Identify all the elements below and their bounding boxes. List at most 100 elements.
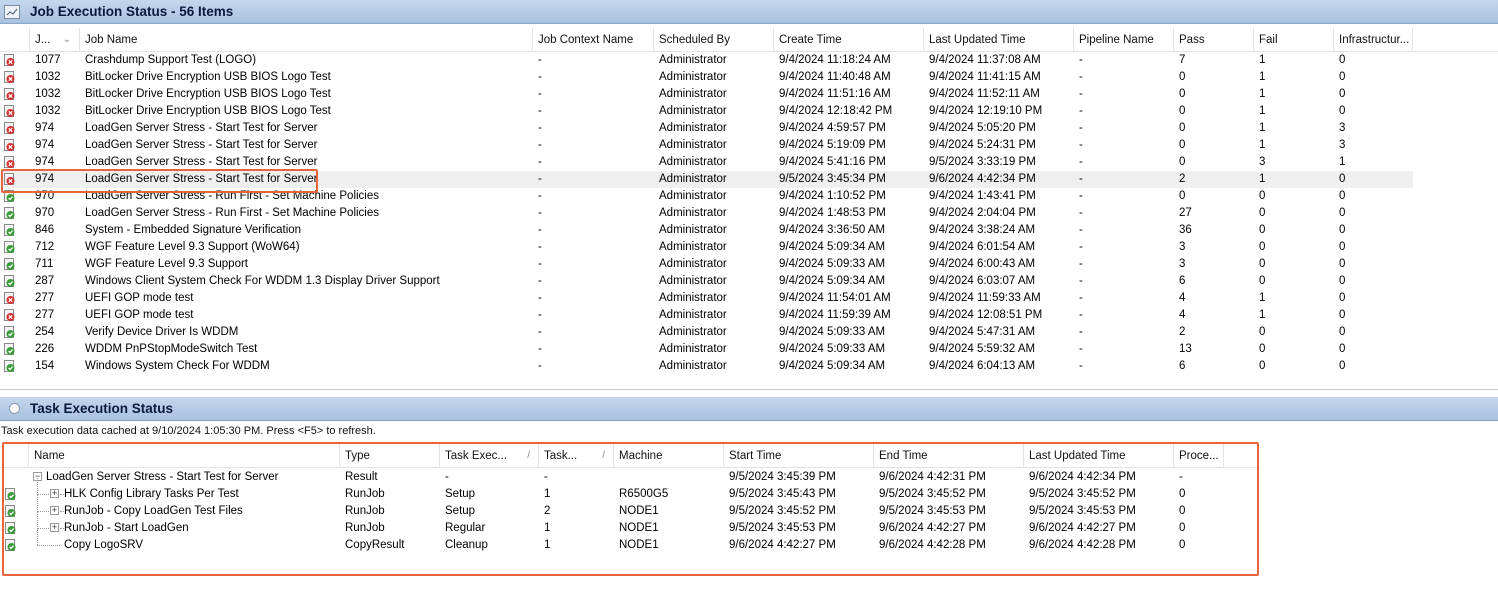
fail-status-icon: [3, 309, 16, 322]
column-header-exec[interactable]: Task Exec... /: [440, 444, 539, 468]
job-cell-create: 9/4/2024 5:09:34 AM: [779, 241, 886, 253]
task-cell-type: RunJob: [345, 522, 385, 534]
job-cell-infra: 0: [1339, 309, 1346, 321]
job-row[interactable]: 846 System - Embedded Signature Verificat…: [0, 222, 1413, 239]
expand-toggle-icon[interactable]: +: [50, 489, 59, 498]
job-cell-create: 9/4/2024 5:09:33 AM: [779, 258, 886, 270]
expand-toggle-icon[interactable]: +: [50, 506, 59, 515]
job-cell-name: System - Embedded Signature Verification: [85, 224, 302, 236]
column-header-infra[interactable]: Infrastructur...: [1334, 28, 1413, 52]
task-tree-root-row[interactable]: − LoadGen Server Stress - Start Test for …: [0, 469, 1224, 486]
task-cell-start: 9/5/2024 3:45:52 PM: [729, 505, 836, 517]
job-row[interactable]: 277 UEFI GOP mode test - Administrator 9/4/2…: [0, 307, 1413, 324]
column-header-name[interactable]: Name: [29, 444, 340, 468]
column-header-label: Scheduled By: [659, 34, 730, 46]
job-cell-id: 154: [35, 360, 55, 372]
job-row[interactable]: 974 LoadGen Server Stress - Start Test fo…: [0, 171, 1413, 188]
job-cell-name: WGF Feature Level 9.3 Support (WoW64): [85, 241, 300, 253]
task-cell-start: 9/5/2024 3:45:53 PM: [729, 522, 836, 534]
column-header-pass[interactable]: Pass: [1174, 28, 1254, 52]
task-cell-proc: 0: [1179, 488, 1186, 500]
column-header-proc[interactable]: Proce...: [1174, 444, 1224, 468]
column-header-machine[interactable]: Machine: [614, 444, 724, 468]
column-header-updated[interactable]: Last Updated Time: [924, 28, 1074, 52]
job-row[interactable]: 1077 Crashdump Support Test (LOGO) - Admini…: [0, 52, 1413, 69]
job-cell-pass: 0: [1179, 139, 1186, 151]
task-cell-updated: 9/5/2024 3:45:53 PM: [1029, 505, 1136, 517]
job-row[interactable]: 974 LoadGen Server Stress - Start Test fo…: [0, 137, 1413, 154]
column-header-create[interactable]: Create Time: [774, 28, 924, 52]
chart-icon[interactable]: [4, 4, 20, 19]
job-row[interactable]: 970 LoadGen Server Stress - Run First - S…: [0, 205, 1413, 222]
job-cell-name: Windows System Check For WDDM: [85, 360, 270, 372]
task-cell-updated: 9/5/2024 3:45:52 PM: [1029, 488, 1136, 500]
column-header-name[interactable]: Job Name: [80, 28, 533, 52]
job-cell-pass: 36: [1179, 224, 1192, 236]
column-header-status[interactable]: [0, 28, 30, 52]
job-row[interactable]: 711 WGF Feature Level 9.3 Support - Adminis…: [0, 256, 1413, 273]
column-header-type[interactable]: Type: [340, 444, 440, 468]
job-row[interactable]: 974 LoadGen Server Stress - Start Test fo…: [0, 120, 1413, 137]
tree-line: [37, 528, 49, 529]
column-header-label: Type: [345, 450, 370, 462]
job-cell-context: -: [538, 139, 542, 151]
job-cell-scheduled_by: Administrator: [659, 258, 727, 270]
task-row[interactable]: Copy LogoSRV CopyResult Cleanup 1 NODE1 9/6/2…: [0, 529, 1224, 554]
expand-toggle-icon[interactable]: +: [50, 523, 59, 532]
job-row[interactable]: 1032 BitLocker Drive Encryption USB BIOS …: [0, 69, 1413, 86]
job-cell-fail: 1: [1259, 122, 1266, 134]
column-header-context[interactable]: Job Context Name: [533, 28, 654, 52]
job-cell-create: 9/4/2024 11:18:24 AM: [779, 54, 891, 66]
job-row[interactable]: 712 WGF Feature Level 9.3 Support (WoW64)…: [0, 239, 1413, 256]
fail-status-icon: [3, 105, 16, 118]
job-cell-updated: 9/4/2024 11:52:11 AM: [929, 88, 1040, 100]
column-header-start[interactable]: Start Time: [724, 444, 874, 468]
job-cell-updated: 9/4/2024 5:24:31 PM: [929, 139, 1036, 151]
job-row[interactable]: 974 LoadGen Server Stress - Start Test fo…: [0, 154, 1413, 171]
job-cell-pass: 2: [1179, 173, 1186, 185]
column-header-scheduled_by[interactable]: Scheduled By: [654, 28, 774, 52]
fail-status-icon: [3, 122, 16, 135]
job-cell-fail: 1: [1259, 309, 1266, 321]
task-cell-updated: 9/6/2024 4:42:27 PM: [1029, 522, 1136, 534]
job-cell-fail: 1: [1259, 139, 1266, 151]
job-row[interactable]: 254 Verify Device Driver Is WDDM - Administ…: [0, 324, 1413, 341]
column-header-pipeline[interactable]: Pipeline Name: [1074, 28, 1174, 52]
job-cell-name: BitLocker Drive Encryption USB BIOS Logo…: [85, 71, 331, 83]
job-cell-updated: 9/4/2024 5:05:20 PM: [929, 122, 1036, 134]
job-row[interactable]: 154 Windows System Check For WDDM - Adminis…: [0, 358, 1413, 375]
job-cell-context: -: [538, 292, 542, 304]
pass-status-icon: [4, 505, 17, 518]
column-header-updated[interactable]: Last Updated Time: [1024, 444, 1174, 468]
fail-status-icon: [3, 71, 16, 84]
task-row[interactable]: + HLK Config Library Tasks Per Test RunJob…: [0, 478, 1224, 503]
job-row[interactable]: 287 Windows Client System Check For WDDM …: [0, 273, 1413, 290]
job-cell-pass: 2: [1179, 326, 1186, 338]
job-cell-name: BitLocker Drive Encryption USB BIOS Logo…: [85, 105, 331, 117]
radio-icon[interactable]: [9, 403, 20, 414]
task-row[interactable]: + RunJob - Start LoadGen RunJob Regular 1 NOD…: [0, 512, 1224, 537]
job-cell-scheduled_by: Administrator: [659, 173, 727, 185]
job-cell-updated: 9/4/2024 11:59:33 AM: [929, 292, 1041, 304]
job-row[interactable]: 277 UEFI GOP mode test - Administrator 9/4/2…: [0, 290, 1413, 307]
job-cell-updated: 9/4/2024 6:03:07 AM: [929, 275, 1036, 287]
fail-status-icon: [3, 139, 16, 152]
job-cell-pipeline: -: [1079, 326, 1083, 338]
job-cell-pass: 0: [1179, 71, 1186, 83]
column-header-end[interactable]: End Time: [874, 444, 1024, 468]
job-cell-updated: 9/4/2024 6:04:13 AM: [929, 360, 1036, 372]
task-cell-machine: NODE1: [619, 505, 659, 517]
job-row[interactable]: 226 WDDM PnPStopModeSwitch Test - Administr…: [0, 341, 1413, 358]
column-header-fail[interactable]: Fail: [1254, 28, 1334, 52]
job-cell-scheduled_by: Administrator: [659, 292, 727, 304]
column-header-id[interactable]: J... ⌄: [30, 28, 80, 52]
task-cell-type: RunJob: [345, 488, 385, 500]
column-header-task[interactable]: Task... /: [539, 444, 614, 468]
job-row[interactable]: 1032 BitLocker Drive Encryption USB BIOS …: [0, 86, 1413, 103]
column-header-status[interactable]: [0, 444, 29, 468]
job-row[interactable]: 970 LoadGen Server Stress - Run First - S…: [0, 188, 1413, 205]
task-row[interactable]: + RunJob - Copy LoadGen Test Files RunJob S…: [0, 495, 1224, 520]
job-panel-title: Job Execution Status - 56 Items: [30, 4, 234, 19]
column-header-label: Infrastructur...: [1339, 34, 1410, 46]
job-row[interactable]: 1032 BitLocker Drive Encryption USB BIOS …: [0, 103, 1413, 120]
